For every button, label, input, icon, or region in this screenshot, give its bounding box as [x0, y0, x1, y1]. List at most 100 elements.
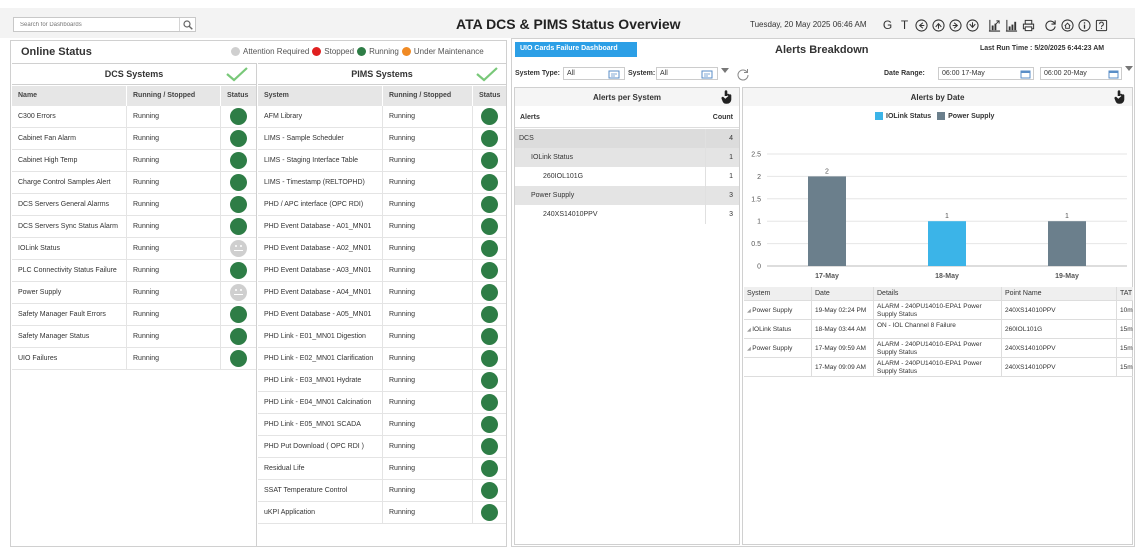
- hand-pointer-icon[interactable]: [1114, 90, 1126, 104]
- bar-power-supply[interactable]: [808, 176, 846, 266]
- status-cell: [473, 150, 506, 171]
- export-data-button[interactable]: [1003, 17, 1020, 33]
- pims-header: PIMS Systems: [258, 63, 506, 85]
- g-button[interactable]: G: [879, 17, 896, 33]
- table-row[interactable]: Residual Life Running: [258, 458, 506, 480]
- table-row[interactable]: Cabinet High Temp Running: [12, 150, 256, 172]
- col-header-point-name[interactable]: Point Name: [1002, 287, 1117, 300]
- table-row[interactable]: ◢ Power Supply 19-May 02:24 PM ALARM - 240…: [744, 301, 1133, 320]
- status-cell: [473, 348, 506, 369]
- home-button[interactable]: [1059, 17, 1076, 33]
- col-header-details[interactable]: Details: [874, 287, 1002, 300]
- running-state: Running: [383, 392, 473, 413]
- chart-export-icon: [988, 19, 1001, 32]
- table-row[interactable]: PHD / APC interface (OPC RDI) Running: [258, 194, 506, 216]
- up-button[interactable]: [930, 17, 947, 33]
- alert-tree-row[interactable]: 260IOL101G 1: [515, 167, 739, 186]
- table-row[interactable]: PHD Event Database - A03_MN01 Running: [258, 260, 506, 282]
- down-button[interactable]: [964, 17, 981, 33]
- col-header-running-stopped[interactable]: Running / Stopped: [383, 86, 473, 106]
- table-row[interactable]: AFM Library Running: [258, 106, 506, 128]
- table-row[interactable]: LIMS - Timestamp (RELTOPHD) Running: [258, 172, 506, 194]
- table-row[interactable]: UIO Failures Running: [12, 348, 256, 370]
- table-row[interactable]: LIMS - Staging Interface Table Running: [258, 150, 506, 172]
- back-button[interactable]: [913, 17, 930, 33]
- table-row[interactable]: PHD Link - E05_MN01 SCADA Running: [258, 414, 506, 436]
- table-row[interactable]: ◢ Power Supply 17-May 09:59 AM ALARM - 240…: [744, 339, 1133, 358]
- table-row[interactable]: PHD Link - E01_MN01 Digestion Running: [258, 326, 506, 348]
- table-row[interactable]: PLC Connectivity Status Failure Running: [12, 260, 256, 282]
- date-to-input[interactable]: 06:00 20-May: [1040, 67, 1122, 80]
- reset-filter-icon[interactable]: [736, 68, 750, 81]
- col-header-date[interactable]: Date: [812, 287, 874, 300]
- table-row[interactable]: IOLink Status Running: [12, 238, 256, 260]
- system-type-select[interactable]: All: [563, 67, 625, 80]
- print-button[interactable]: [1020, 17, 1037, 33]
- col-header-tat[interactable]: TAT: [1117, 287, 1133, 300]
- tat-cell: 15m: [1120, 364, 1133, 371]
- running-state: Running: [383, 502, 473, 523]
- alert-count: 4: [705, 129, 739, 148]
- status-cell: [221, 150, 256, 171]
- date-dropdown-arrow-icon[interactable]: [1125, 66, 1133, 71]
- table-row[interactable]: uKPI Application Running: [258, 502, 506, 524]
- info-button[interactable]: [1076, 17, 1093, 33]
- running-state: Running: [127, 172, 221, 193]
- search-button[interactable]: [179, 18, 195, 31]
- col-header-name[interactable]: Name: [12, 86, 127, 106]
- legend-label[interactable]: IOLink Status: [886, 113, 931, 120]
- table-row[interactable]: PHD Event Database - A02_MN01 Running: [258, 238, 506, 260]
- t-button[interactable]: T: [896, 17, 913, 33]
- col-header-status[interactable]: Status: [473, 86, 506, 106]
- help-button[interactable]: [1093, 17, 1110, 33]
- table-row[interactable]: DCS Servers General Alarms Running: [12, 194, 256, 216]
- refresh-button[interactable]: [1042, 17, 1059, 33]
- export-chart-button[interactable]: [986, 17, 1003, 33]
- table-row[interactable]: PHD Put Download ( OPC RDI ) Running: [258, 436, 506, 458]
- search-input[interactable]: [14, 18, 179, 31]
- alert-tree-row[interactable]: Power Supply 3: [515, 186, 739, 205]
- table-row[interactable]: DCS Servers Sync Status Alarm Running: [12, 216, 256, 238]
- legend-swatch: [875, 112, 883, 120]
- table-row[interactable]: ◢ IOLink Status 18-May 03:44 AM ON - IOL C…: [744, 320, 1133, 339]
- system-select[interactable]: All: [656, 67, 718, 80]
- table-row[interactable]: PHD Event Database - A04_MN01 Running: [258, 282, 506, 304]
- table-row[interactable]: 17-May 09:09 AM ALARM - 240PU14010-EPA1 P…: [744, 358, 1133, 377]
- col-header-status[interactable]: Status: [221, 86, 256, 106]
- table-row[interactable]: LIMS - Sample Scheduler Running: [258, 128, 506, 150]
- table-row[interactable]: PHD Event Database - A01_MN01 Running: [258, 216, 506, 238]
- bar-iolink-status[interactable]: [928, 221, 966, 266]
- table-row[interactable]: PHD Link - E04_MN01 Calcination Running: [258, 392, 506, 414]
- table-row[interactable]: Power Supply Running: [12, 282, 256, 304]
- status-cell: [473, 216, 506, 237]
- dcs-table-header: Name Running / Stopped Status: [12, 86, 256, 106]
- system-name: IOLink Status: [12, 238, 127, 259]
- table-row[interactable]: Safety Manager Status Running: [12, 326, 256, 348]
- running-state: Running: [127, 194, 221, 215]
- table-row[interactable]: PHD Link - E02_MN01 Clarification Running: [258, 348, 506, 370]
- uio-cards-failure-dashboard-button[interactable]: UIO Cards Failure Dashboard: [515, 42, 637, 57]
- table-row[interactable]: C300 Errors Running: [12, 106, 256, 128]
- alerts-per-system-card: Alerts per System Alerts Count DCS 4 IOLin…: [514, 87, 740, 545]
- running-state: Running: [127, 348, 221, 369]
- date-cell: 17-May 09:09 AM: [812, 358, 874, 376]
- forward-button[interactable]: [947, 17, 964, 33]
- legend-label[interactable]: Power Supply: [948, 113, 994, 120]
- alert-tree-row[interactable]: DCS 4: [515, 129, 739, 148]
- table-row[interactable]: Safety Manager Fault Errors Running: [12, 304, 256, 326]
- bar-power-supply[interactable]: [1048, 221, 1086, 266]
- table-row[interactable]: PHD Event Database - A05_MN01 Running: [258, 304, 506, 326]
- table-row[interactable]: Charge Control Samples Alert Running: [12, 172, 256, 194]
- date-from-input[interactable]: 06:00 17-May: [938, 67, 1034, 80]
- alert-tree-row[interactable]: 240XS14010PPV 3: [515, 205, 739, 224]
- system-name: PLC Connectivity Status Failure: [12, 260, 127, 281]
- alert-tree-row[interactable]: IOLink Status 1: [515, 148, 739, 167]
- table-row[interactable]: Cabinet Fan Alarm Running: [12, 128, 256, 150]
- table-row[interactable]: SSAT Temperature Control Running: [258, 480, 506, 502]
- table-row[interactable]: PHD Link - E03_MN01 Hydrate Running: [258, 370, 506, 392]
- col-header-system[interactable]: System: [258, 86, 383, 106]
- col-header-running-stopped[interactable]: Running / Stopped: [127, 86, 221, 106]
- hand-pointer-icon[interactable]: [721, 90, 733, 104]
- filter-dropdown-arrow-icon[interactable]: [721, 68, 729, 73]
- col-header-system[interactable]: System: [744, 287, 812, 300]
